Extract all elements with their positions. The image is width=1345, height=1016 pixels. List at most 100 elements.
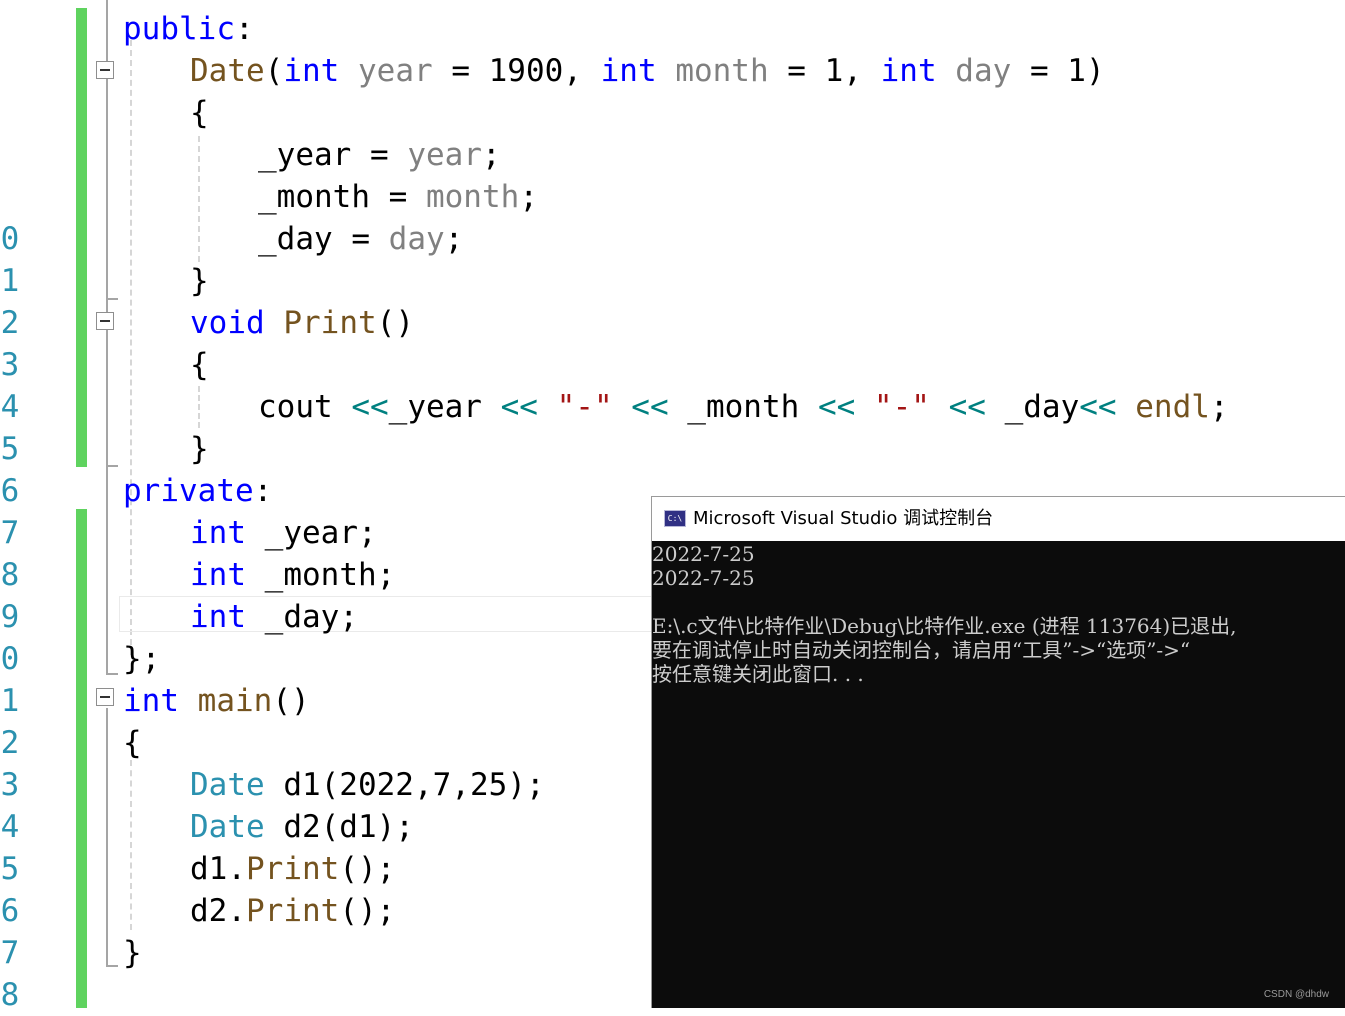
- operator: <<: [1079, 389, 1117, 425]
- code-line-18[interactable]: int _month;: [190, 554, 395, 596]
- console-output-line: 2022-7-25: [652, 542, 755, 566]
- punct: ;: [444, 221, 464, 257]
- line-number: 11: [0, 263, 20, 299]
- code-line-25[interactable]: d1.Print();: [190, 848, 395, 890]
- member: _day: [258, 221, 333, 257]
- member: _year: [388, 389, 501, 425]
- punct: = 1900,: [432, 53, 601, 89]
- code-line-23[interactable]: Date d1(2022,7,25);: [190, 764, 545, 806]
- parameter: month: [425, 179, 520, 215]
- code-line-8[interactable]: _year = year;: [258, 134, 501, 176]
- code-line-26[interactable]: d2.Print();: [190, 890, 395, 932]
- collapse-button[interactable]: [96, 61, 114, 79]
- punct: ;: [1209, 389, 1229, 425]
- console-output-line: 2022-7-25: [652, 566, 755, 590]
- line-number: 18: [0, 557, 20, 593]
- code-line-17[interactable]: int _year;: [190, 512, 377, 554]
- punct: =: [351, 137, 408, 173]
- line-number: 8: [0, 134, 40, 176]
- punct: =: [332, 221, 389, 257]
- line-number: 21: [0, 683, 20, 719]
- indent-guide: [130, 760, 132, 930]
- code-line-5[interactable]: public:: [123, 8, 254, 50]
- keyword: void: [190, 305, 265, 341]
- collapse-button[interactable]: [96, 688, 114, 706]
- member: _month: [668, 389, 818, 425]
- parameter: day: [955, 53, 1012, 89]
- keyword: int: [880, 53, 937, 89]
- punct: =: [369, 179, 426, 215]
- line-number: 13: [0, 347, 20, 383]
- code-line-22[interactable]: {: [123, 722, 142, 764]
- line-number: 28: [0, 977, 20, 1013]
- console-output-line: 按任意键关闭此窗口. . .: [652, 662, 864, 686]
- punct: :: [234, 11, 254, 47]
- code-line-27[interactable]: }: [123, 932, 142, 974]
- punct: ;: [519, 179, 538, 215]
- keyword: int: [123, 683, 179, 719]
- line-number: 23: [0, 767, 20, 803]
- declaration: _day;: [246, 599, 358, 635]
- line-number: 6: [0, 50, 40, 92]
- line-number: 19: [0, 599, 20, 635]
- declaration: _year;: [246, 515, 377, 551]
- console-title-bar[interactable]: C:\ Microsoft Visual Studio 调试控制台: [652, 497, 1345, 541]
- line-number: 14: [0, 389, 20, 425]
- code-line-16[interactable]: private:: [123, 470, 272, 512]
- code-line-12[interactable]: void Print(): [190, 302, 414, 344]
- code-line-13[interactable]: {: [190, 344, 209, 386]
- operator: <<: [631, 389, 669, 425]
- keyword: int: [190, 599, 246, 635]
- code-line-15[interactable]: }: [190, 428, 209, 470]
- line-number: 20: [0, 641, 20, 677]
- code-line-14[interactable]: cout <<_year << "-" << _month << "-" << …: [258, 386, 1229, 428]
- code-line-21[interactable]: int main(): [123, 680, 310, 722]
- function-name: endl: [1116, 389, 1210, 425]
- code-line-11[interactable]: }: [190, 260, 209, 302]
- code-line-9[interactable]: _month = month;: [258, 176, 538, 218]
- console-window-icon: C:\: [664, 510, 686, 527]
- line-number: 10: [0, 221, 20, 257]
- outline-line: [106, 708, 108, 966]
- punct: :: [253, 473, 273, 509]
- line-number: 15: [0, 431, 20, 467]
- operator: <<: [351, 389, 389, 425]
- console-title: Microsoft Visual Studio 调试控制台: [693, 508, 994, 529]
- declaration: _month;: [246, 557, 396, 593]
- console-output-line: 要在调试停止时自动关闭控制台，请启用“工具”->“选项”->“: [652, 638, 1191, 662]
- line-number: 12: [0, 305, 20, 341]
- keyword: int: [600, 53, 657, 89]
- debug-console-window[interactable]: C:\ Microsoft Visual Studio 调试控制台 2022-7…: [651, 496, 1345, 1008]
- line-number: 24: [0, 809, 20, 845]
- function-name: Print: [283, 305, 377, 341]
- watermark: CSDN @dhdw: [1263, 989, 1329, 1000]
- code-line-19[interactable]: int _day;: [190, 596, 358, 638]
- punct: ();: [339, 893, 396, 929]
- type-name: Date: [190, 809, 265, 845]
- line-number: 9: [0, 176, 40, 218]
- punct: (): [376, 305, 414, 341]
- member: _month: [258, 179, 370, 215]
- line-number: 22: [0, 725, 20, 761]
- code-line-7[interactable]: {: [190, 92, 209, 134]
- parameter: year: [358, 53, 433, 89]
- line-number: 16: [0, 473, 20, 509]
- line-number: 26: [0, 893, 20, 929]
- code-line-20[interactable]: };: [123, 638, 160, 680]
- line-number: 7: [0, 92, 40, 134]
- keyword: int: [283, 53, 340, 89]
- collapse-button[interactable]: [96, 312, 114, 330]
- code-line-24[interactable]: Date d2(d1);: [190, 806, 414, 848]
- member: _day: [985, 389, 1080, 425]
- outline-end-tick: [106, 465, 118, 467]
- string-literal: "-": [537, 389, 632, 425]
- change-indicator-bar: [76, 509, 87, 1008]
- code-line-6[interactable]: Date(int year = 1900, int month = 1, int…: [190, 50, 1105, 92]
- line-number: 5: [0, 8, 40, 50]
- statement: d1(2022,7,25);: [264, 767, 545, 803]
- function-name: main: [179, 683, 273, 719]
- function-name: Print: [246, 851, 340, 887]
- line-number: 17: [0, 515, 20, 551]
- indent-guide: [198, 386, 200, 428]
- code-line-10[interactable]: _day = day;: [258, 218, 463, 260]
